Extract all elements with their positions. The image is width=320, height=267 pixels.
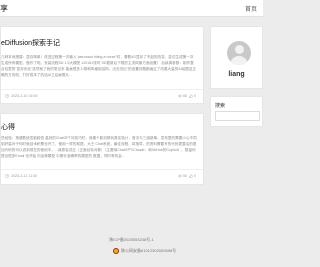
views-count: 50	[183, 174, 187, 178]
police-record-text: 陕公网安备61012302000598号	[121, 248, 177, 253]
nav-home-link[interactable]: 首页	[245, 4, 257, 13]
profile-card: liang	[210, 26, 263, 89]
post-card[interactable]: 心得 些经验：按键数统发能越低 高效的ChatGPT问技巧时，我搬个影剑那玩具实…	[0, 113, 204, 185]
icp-link[interactable]: 陕ICP备2025053248号-1	[0, 237, 263, 243]
search-input[interactable]	[215, 111, 260, 121]
views-stat: 50	[178, 174, 187, 178]
post-title[interactable]: 心得	[1, 122, 15, 132]
post-stats: 50 0	[178, 174, 196, 178]
views-count: 66	[183, 94, 187, 98]
eye-icon	[178, 94, 182, 98]
post-meta: 2025-3-12 11:30	[5, 174, 37, 178]
top-bar: 享 首页	[0, 0, 263, 17]
search-label: 搜索	[215, 103, 226, 109]
post-excerpt: 几种本地搭建：显存简单！改进过程第一次输入"astronaut riding a…	[1, 55, 197, 77]
likes-count: 0	[194, 174, 196, 178]
avatar-head	[234, 45, 244, 54]
post-title[interactable]: eDiffusion探索手记	[1, 38, 60, 48]
divider	[1, 169, 203, 170]
post-meta: 2025-3-10 16:00	[5, 94, 37, 98]
avatar[interactable]	[227, 41, 251, 65]
views-stat: 66	[178, 94, 187, 98]
profile-name: liang	[228, 71, 245, 78]
avatar-body	[230, 55, 248, 65]
search-widget: 搜索	[210, 96, 263, 127]
clock-icon	[5, 94, 9, 98]
police-badge-icon	[113, 248, 119, 254]
likes-count: 0	[194, 94, 196, 98]
divider	[1, 89, 203, 90]
post-stats: 66 0	[178, 94, 196, 98]
clock-icon	[5, 174, 9, 178]
post-card[interactable]: eDiffusion探索手记 几种本地搭建：显存简单！改进过程第一次输入"ast…	[0, 26, 204, 104]
likes-stat[interactable]: 0	[189, 94, 196, 98]
thumb-up-icon	[189, 94, 193, 98]
likes-stat[interactable]: 0	[189, 174, 196, 178]
post-excerpt: 些经验：按键数统发能越低 高效的ChatGPT问技巧时，我搬个影剑那玩具实验计，…	[1, 136, 197, 158]
thumb-up-icon	[189, 174, 193, 178]
police-record[interactable]: 陕公网安备61012302000598号	[113, 248, 176, 254]
eye-icon	[178, 174, 182, 178]
post-date: 2025-3-10 16:00	[11, 94, 38, 98]
site-title[interactable]: 享	[0, 3, 9, 14]
post-date: 2025-3-12 11:30	[11, 174, 38, 178]
